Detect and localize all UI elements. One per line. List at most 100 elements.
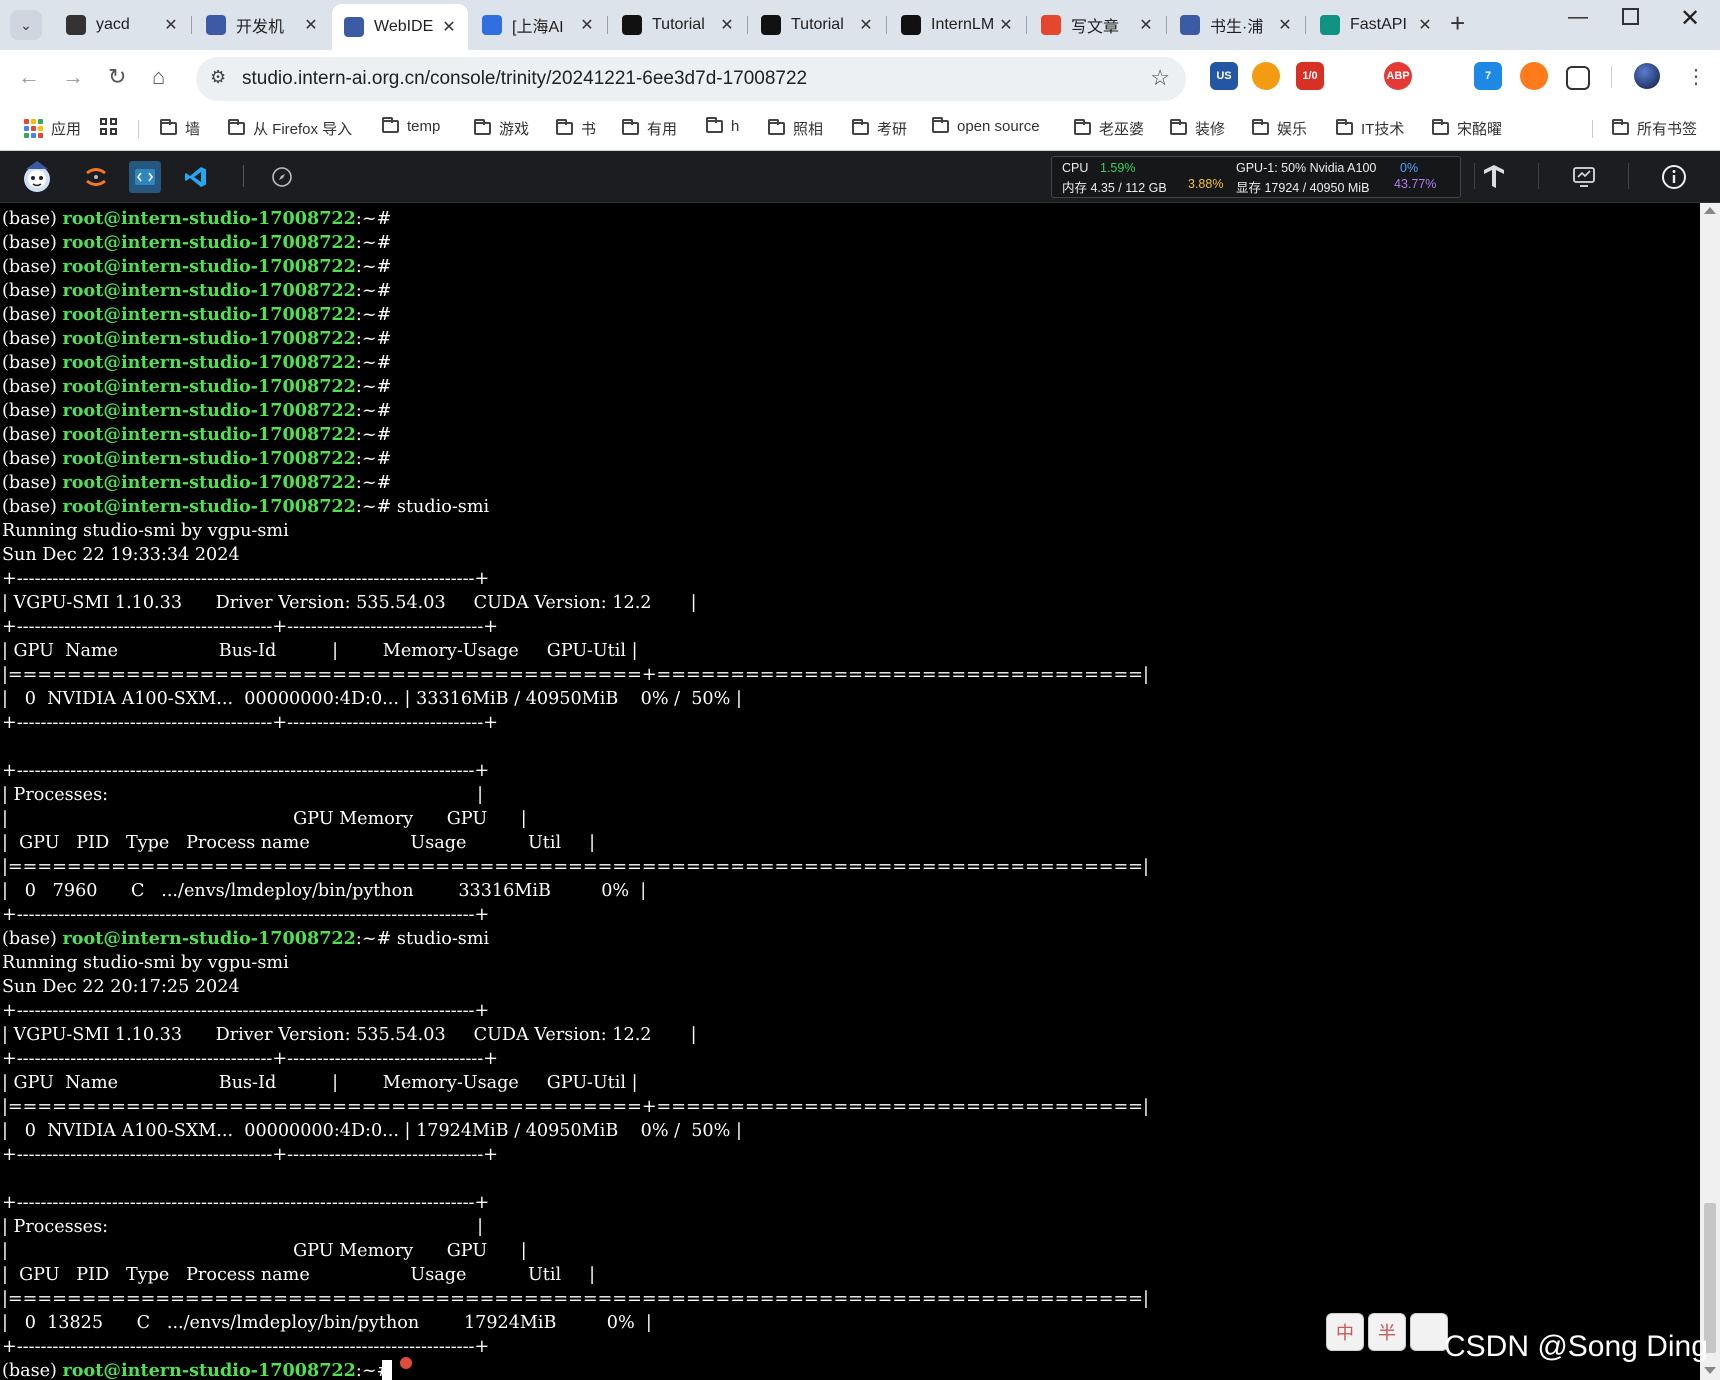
compass-icon[interactable] [266,161,298,193]
tensorflow-icon[interactable] [1478,161,1510,193]
prompt-line: (base) root@intern-studio-17008722:~# [2,279,391,303]
prompt-line: (base) root@intern-studio-17008722:~# [2,231,391,255]
bookmark-folder[interactable]: h [706,117,739,135]
profile-avatar[interactable] [1634,63,1660,89]
extensions-puzzle-icon[interactable] [1566,66,1590,90]
vscode-icon[interactable] [180,161,212,193]
prompt-suffix: :~# [355,425,392,445]
prompt-suffix: :~# [355,353,392,373]
bookmark-folder[interactable]: 游戏 [474,118,529,139]
tab-search-button[interactable]: ⌄ [10,10,42,40]
tab-3[interactable]: WebIDE ✕ [332,4,468,50]
ime-chinese-toggle[interactable]: 中 [1326,1313,1364,1351]
tab-6[interactable]: Tutorial ✕ [749,6,885,44]
new-tab-button[interactable]: + [1450,8,1465,39]
output-line: | 0 13825 C .../envs/lmdeploy/bin/python… [2,1313,652,1333]
tab-title: Tutorial [652,16,705,33]
translate-icon[interactable] [1428,62,1456,90]
site-info-icon[interactable]: ⚙ [210,67,226,88]
minimize-icon[interactable]: — [1568,6,1588,29]
bookmark-tab-groups[interactable] [100,118,117,135]
orange-icon[interactable] [1520,62,1548,90]
bookmark-folder[interactable]: 娱乐 [1252,118,1307,139]
tab-close-icon[interactable]: ✕ [300,15,322,35]
webide-icon[interactable] [129,161,161,193]
bookmark-folder[interactable]: 老巫婆 [1074,118,1144,139]
prompt-prefix: (base) [2,401,63,421]
tab-close-icon[interactable]: ✕ [716,15,738,35]
tab-7[interactable]: InternLM ✕ [889,6,1025,44]
bookmark-star-icon[interactable]: ☆ [1150,65,1170,91]
home-icon[interactable]: ⌂ [152,64,165,90]
tab-close-icon[interactable]: ✕ [160,15,182,35]
terminal[interactable]: (base) root@intern-studio-17008722:~# (ba… [0,203,1700,1380]
tab-1[interactable]: yacd ✕ [54,6,190,44]
monitor-icon[interactable] [1568,161,1600,193]
tab-close-icon[interactable]: ✕ [1274,15,1296,35]
tab-10[interactable]: FastAPI ✕ [1308,6,1444,44]
prompt-line: (base) root@intern-studio-17008722:~# [2,303,391,327]
info-icon[interactable] [1658,161,1690,193]
all-bookmarks[interactable]: 所有书签 [1612,118,1697,139]
bookmark-apps[interactable]: 应用 [24,118,81,139]
tab-separator [886,16,887,34]
tab-close-icon[interactable]: ✕ [995,15,1017,35]
tab-9[interactable]: 书生·浦 ✕ [1168,6,1304,44]
bookmark-label: 书 [581,121,597,138]
tab-8[interactable]: 写文章 ✕ [1029,6,1165,44]
bookmark-folder[interactable]: 墙 [160,118,200,139]
maximize-icon[interactable] [1622,8,1639,31]
terminal-scrollbar[interactable] [1700,203,1720,1380]
jupyter-icon[interactable] [80,161,112,193]
tab-title: 开发机 [236,19,285,36]
tab-favicon-icon [344,17,364,37]
tab-5[interactable]: Tutorial ✕ [610,6,746,44]
counter-icon[interactable]: 1/0 [1296,62,1324,90]
bookmark-folder[interactable]: IT技术 [1336,118,1404,139]
tab-separator [607,16,608,34]
bookmark-folder[interactable]: 书 [556,118,596,139]
prompt-user: root@intern-studio-17008722 [62,232,356,253]
tab-favicon-icon [761,15,781,35]
bookmark-folder[interactable]: 考研 [852,118,907,139]
tab-close-icon[interactable]: ✕ [855,15,877,35]
output-line: +---------------------------------------… [2,1001,490,1021]
tab-4[interactable]: [上海AI ✕ [470,6,606,44]
bookmark-folder[interactable]: 从 Firefox 导入 [228,118,352,139]
tab-close-icon[interactable]: ✕ [438,17,460,37]
forward-icon[interactable]: → [62,64,84,90]
cloud-icon[interactable]: 7 [1474,62,1502,90]
browser-menu-icon[interactable]: ⋮ [1686,64,1706,89]
us-flag-icon[interactable]: US [1210,62,1238,90]
output-line: | 0 NVIDIA A100-SXM... 00000000:4D:0... … [2,689,742,709]
prompt-prefix: (base) [2,425,63,445]
prompt-prefix: (base) [2,281,63,301]
pin-icon[interactable] [1340,62,1368,90]
window-close-icon[interactable]: ✕ [1680,4,1700,33]
tab-close-icon[interactable]: ✕ [1135,15,1157,35]
url-text[interactable]: studio.intern-ai.org.cn/console/trinity/… [242,68,807,90]
adblock-icon[interactable]: ABP [1384,62,1412,90]
ime-halfwidth-toggle[interactable]: 半 [1368,1313,1406,1351]
ime-settings-toggle[interactable] [1410,1313,1448,1351]
bookmark-folder[interactable]: 宋酩曜 [1432,118,1502,139]
bookmark-folder[interactable]: 有用 [622,118,677,139]
studio-logo[interactable] [18,157,56,195]
tab-close-icon[interactable]: ✕ [1414,15,1436,35]
bookmark-folder[interactable]: 装修 [1170,118,1225,139]
back-icon[interactable]: ← [18,64,40,90]
bookmark-folder[interactable]: open source [932,117,1040,135]
reload-icon[interactable]: ↻ [108,64,126,90]
scroll-down-icon[interactable] [1704,1367,1716,1374]
bookmark-folder[interactable]: 照相 [768,118,823,139]
folder-icon [160,119,177,135]
clock-icon[interactable] [1252,62,1280,90]
bookmark-folder[interactable]: temp [382,117,440,135]
output-line: |=======================================… [2,857,1149,877]
prompt-suffix: :~# [355,497,392,517]
scroll-up-icon[interactable] [1704,207,1716,214]
apps-grid-icon [24,119,43,138]
address-bar[interactable]: ⚙ studio.intern-ai.org.cn/console/trinit… [196,57,1186,101]
tab-close-icon[interactable]: ✕ [576,15,598,35]
tab-2[interactable]: 开发机 ✕ [194,6,330,44]
